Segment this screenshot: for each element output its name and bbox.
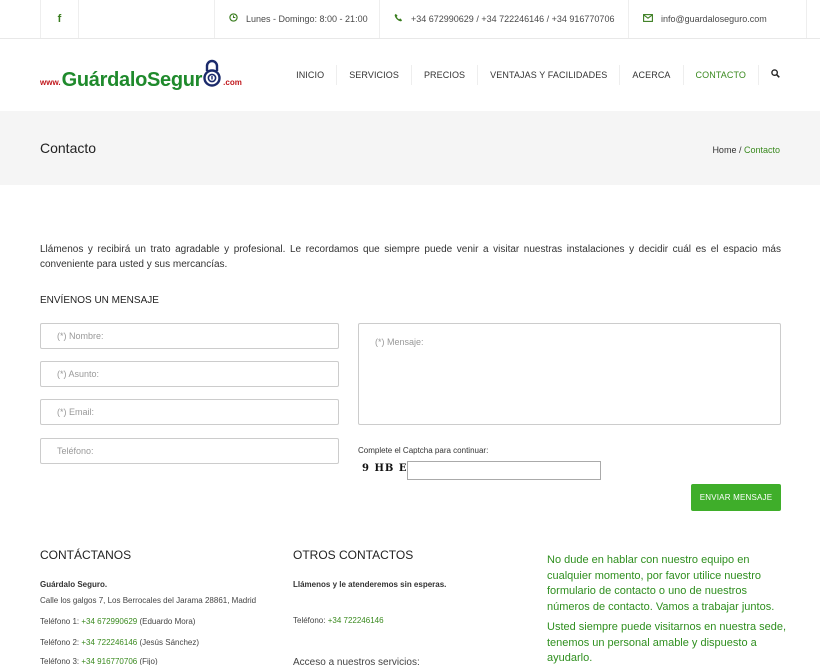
- page-title: Contacto: [40, 140, 97, 156]
- logo[interactable]: www. GuárdaloSegur .com: [40, 59, 242, 91]
- phone-1-label: Teléfono 1:: [40, 617, 82, 626]
- aside-paragraph-1: No dude en hablar con nuestro equipo en …: [547, 554, 775, 613]
- nav-item-contacto[interactable]: CONTACTO: [684, 65, 759, 85]
- logo-prefix: www.: [40, 78, 61, 87]
- call-text: Llámenos y le atenderemos sin esperas.: [293, 580, 446, 589]
- other-phone-label: Teléfono:: [293, 616, 328, 625]
- other-contacts-title: OTROS CONTACTOS: [293, 548, 414, 562]
- site-header: www. GuárdaloSegur .com INICIO SERVICIOS…: [0, 39, 820, 111]
- phone-icon: [394, 13, 403, 25]
- company-name-text: Guárdalo Seguro.: [40, 580, 108, 589]
- nav-item-ventajas[interactable]: VENTAJAS Y FACILIDADES: [478, 65, 621, 85]
- intro-text: Llámenos y recibirá un trato agradable y…: [40, 244, 781, 270]
- phone-1-number[interactable]: +34 672990629: [81, 617, 137, 626]
- subject-field[interactable]: [40, 361, 339, 387]
- phones-text[interactable]: +34 672990629 / +34 722246146 / +34 9167…: [411, 14, 614, 24]
- main-nav: INICIO SERVICIOS PRECIOS VENTAJAS Y FACI…: [284, 65, 780, 85]
- phone-1-who: (Eduardo Mora): [137, 617, 196, 626]
- phones-info: +34 672990629 / +34 722246146 / +34 9167…: [379, 0, 628, 38]
- phone-3-number[interactable]: +34 916770706: [81, 657, 137, 665]
- access-services: Acceso a nuestros servicios:: [293, 657, 420, 665]
- message-field[interactable]: [358, 323, 781, 425]
- nav-item-precios[interactable]: PRECIOS: [412, 65, 479, 85]
- form-title: ENVÍENOS UN MENSAJE: [40, 295, 159, 306]
- padlock-icon: [203, 59, 221, 90]
- phone-2-number[interactable]: +34 722246146: [81, 638, 137, 647]
- nav-item-inicio[interactable]: INICIO: [284, 65, 338, 85]
- breadcrumb-home[interactable]: Home: [712, 145, 736, 155]
- company-name: Guárdalo Seguro.: [40, 580, 107, 589]
- aside-paragraph-2: Usted siempre puede visitarnos en nuestr…: [547, 621, 787, 664]
- phone-line-3: Teléfono 3: +34 916770706 (Fijo): [40, 657, 158, 665]
- phone-line-1: Teléfono 1: +34 672990629 (Eduardo Mora): [40, 617, 195, 626]
- search-icon[interactable]: [759, 69, 780, 81]
- breadcrumb-separator: /: [736, 145, 744, 155]
- clock-icon: [229, 13, 238, 25]
- address: Calle los galgos 7, Los Berrocales del J…: [40, 596, 257, 605]
- hours-text: Lunes - Domingo: 8:00 - 21:00: [246, 14, 368, 24]
- envelope-icon: [643, 13, 653, 25]
- phone-3-label: Teléfono 3:: [40, 657, 82, 665]
- breadcrumb: Home / Contacto: [712, 145, 780, 155]
- hours-info: Lunes - Domingo: 8:00 - 21:00: [214, 0, 379, 38]
- captcha-input[interactable]: [407, 461, 601, 480]
- captcha-label: Complete el Captcha para continuar:: [358, 446, 489, 455]
- phone-3-who: (Fijo): [137, 657, 158, 665]
- phone-field[interactable]: [40, 438, 339, 464]
- send-message-button[interactable]: ENVIAR MENSAJE: [691, 484, 781, 511]
- phone-2-label: Teléfono 2:: [40, 638, 82, 647]
- email-info: info@guardaloseguro.com: [628, 0, 807, 38]
- logo-suffix: .com: [223, 78, 242, 87]
- facebook-icon[interactable]: f: [40, 0, 79, 38]
- other-phone-line: Teléfono: +34 722246146: [293, 616, 384, 625]
- name-field[interactable]: [40, 323, 339, 349]
- nav-item-servicios[interactable]: SERVICIOS: [337, 65, 412, 85]
- call-text-bold: Llámenos y le atenderemos sin esperas.: [293, 580, 447, 589]
- logo-brand: GuárdaloSegur: [61, 69, 203, 91]
- nav-item-acerca[interactable]: ACERCA: [620, 65, 684, 85]
- phone-2-who: (Jesús Sánchez): [137, 638, 200, 647]
- page-title-band: Contacto Home / Contacto: [0, 111, 820, 185]
- top-bar: f Lunes - Domingo: 8:00 - 21:00 +34 6729…: [0, 0, 820, 39]
- email-field[interactable]: [40, 399, 339, 425]
- breadcrumb-current: Contacto: [743, 145, 780, 155]
- contact-title: CONTÁCTANOS: [40, 548, 132, 562]
- email-text[interactable]: info@guardaloseguro.com: [661, 14, 767, 24]
- phone-line-2: Teléfono 2: +34 722246146 (Jesús Sánchez…: [40, 638, 199, 647]
- other-phone-number[interactable]: +34 722246146: [328, 616, 384, 625]
- captcha-image: 9 HB E: [362, 463, 408, 474]
